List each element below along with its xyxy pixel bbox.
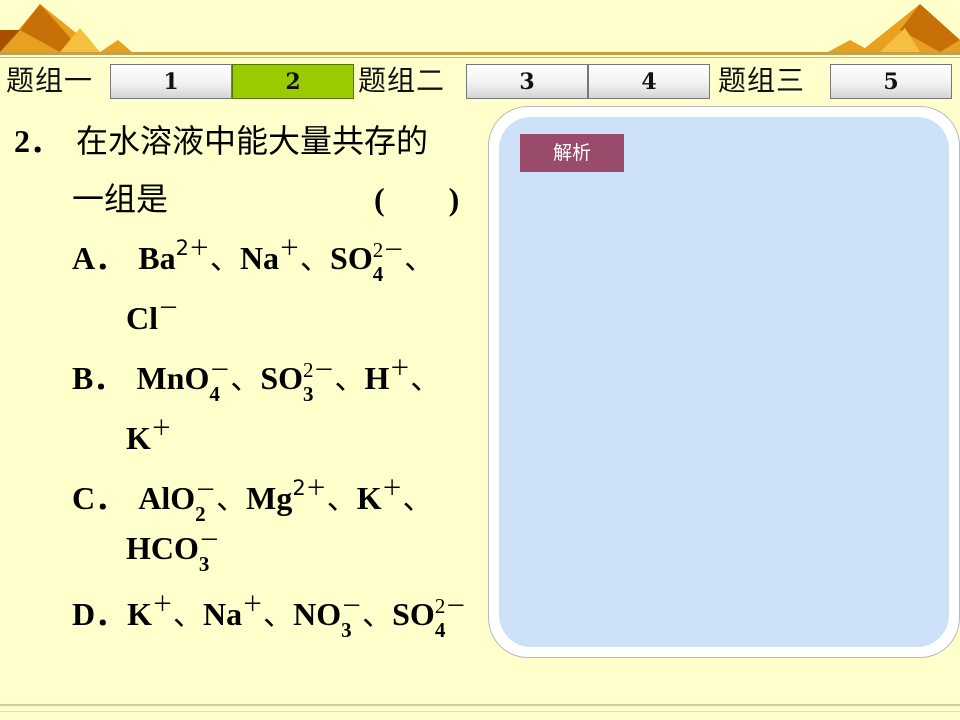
option-c-continued: HCO － 3 xyxy=(126,528,220,576)
analysis-button[interactable]: 解析 xyxy=(520,134,624,172)
tab-question-3[interactable]: 3 xyxy=(466,64,588,99)
question-nav-bar: 题组一 1 2 题组二 3 4 题组三 5 xyxy=(0,62,960,102)
top-divider-thin xyxy=(0,57,960,58)
tab-question-2[interactable]: 2 xyxy=(232,64,354,99)
tab-question-5[interactable]: 5 xyxy=(830,64,952,99)
option-letter-a: A． xyxy=(72,240,128,276)
top-divider xyxy=(0,52,960,55)
question-number: 2． xyxy=(14,123,63,159)
option-letter-c: C． xyxy=(72,480,128,516)
analysis-panel-content xyxy=(499,117,949,647)
bottom-divider xyxy=(0,704,960,706)
analysis-panel xyxy=(488,106,960,658)
option-b: B． MnO － 4 、SO 2－ 3 、H＋、 xyxy=(72,356,441,406)
question-stem-line2: 一组是 xyxy=(72,174,168,220)
option-d: D．K＋、Na＋、NO － 3 、SO 2－ 4 xyxy=(72,592,467,642)
question-stem: 在水溶液中能大量共存的 xyxy=(76,122,429,160)
bottom-divider-thin xyxy=(0,711,960,712)
option-letter-b: B． xyxy=(72,360,126,396)
option-c: C． AlO － 2 、Mg2＋、K＋、 xyxy=(72,476,433,526)
option-a-continued: Cl－ xyxy=(126,296,179,336)
tab-question-1[interactable]: 1 xyxy=(110,64,232,99)
question-stem-continued: 一组是 xyxy=(72,180,169,218)
question-stem-line1: 2． 在水溶液中能大量共存的 xyxy=(14,116,428,162)
group-label-1: 题组一 xyxy=(6,64,94,97)
top-decoration xyxy=(0,4,960,52)
tab-question-4[interactable]: 4 xyxy=(588,64,710,99)
answer-parentheses: ( ) xyxy=(374,181,460,217)
group-label-2: 题组二 xyxy=(358,64,446,97)
option-b-continued: K＋ xyxy=(126,416,172,456)
option-a: A． Ba2＋、Na＋、SO 2－ 4、 xyxy=(72,236,435,286)
group-label-3: 题组三 xyxy=(718,64,806,97)
option-letter-d: D． xyxy=(72,596,128,632)
